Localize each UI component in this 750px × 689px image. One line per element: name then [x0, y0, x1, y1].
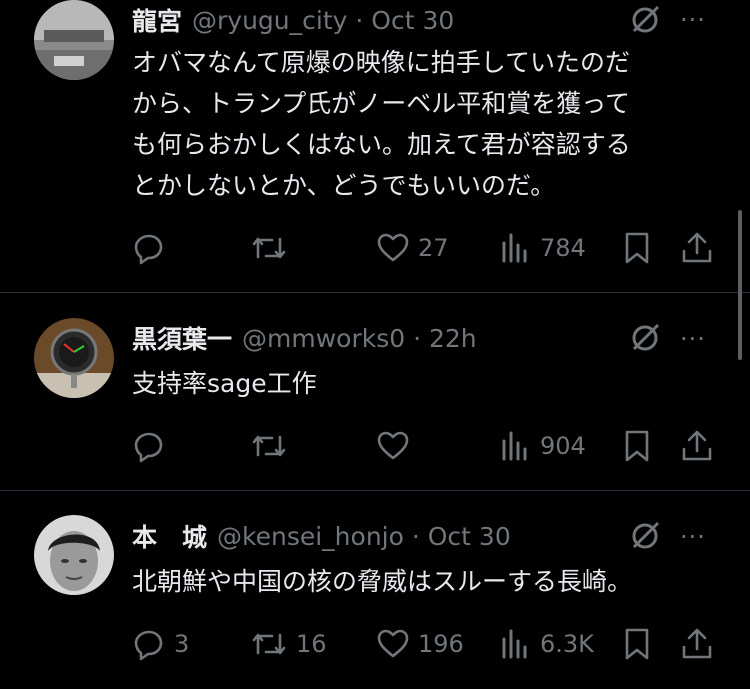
share-icon	[682, 430, 712, 461]
more-icon[interactable]: ···	[680, 8, 706, 32]
repost-icon	[252, 633, 286, 655]
avatar[interactable]	[34, 515, 114, 595]
like-button[interactable]	[376, 429, 418, 463]
display-name[interactable]: 黒須葉一	[132, 320, 232, 356]
views-count: 904	[540, 432, 586, 460]
like-icon	[377, 431, 409, 460]
like-icon	[377, 629, 409, 658]
more-icon[interactable]: ···	[680, 525, 706, 549]
like-button[interactable]: 196	[376, 627, 464, 661]
like-count: 196	[418, 630, 464, 658]
repost-icon	[252, 435, 286, 457]
reply-icon	[134, 234, 163, 265]
share-button[interactable]	[680, 627, 714, 661]
action-bar: 904	[0, 427, 750, 467]
bookmark-icon	[625, 628, 649, 660]
reply-button[interactable]	[132, 429, 174, 463]
views-count: 6.3K	[540, 630, 594, 658]
tweet-header: 黒須葉一 @mmworks0 · 22h	[132, 320, 477, 356]
tweet-card[interactable]: 本 城 @kensei_honjo · Oct 30 ··· 北朝鮮や中国の核の…	[0, 491, 750, 689]
action-bar: 27 784	[0, 229, 750, 269]
tweet-text: 支持率sage工作	[132, 363, 722, 404]
reply-button[interactable]	[132, 231, 174, 265]
tweet-text-line: オバマなんて原爆の映像に拍手していたのだ	[132, 48, 631, 77]
grok-icon[interactable]	[628, 3, 662, 37]
tweet-header: 龍宮 @ryugu_city · Oct 30	[132, 2, 454, 38]
repost-button[interactable]: 16	[250, 627, 327, 661]
views-count: 784	[540, 234, 586, 262]
share-button[interactable]	[680, 429, 714, 463]
repost-button[interactable]	[250, 231, 296, 265]
reply-count: 3	[174, 630, 190, 658]
tweet-text-line: 北朝鮮や中国の核の脅威はスルーする長崎。	[132, 567, 633, 596]
share-button[interactable]	[680, 231, 714, 265]
avatar[interactable]	[34, 0, 114, 80]
action-bar: 3 16 196 6.3K	[0, 625, 750, 665]
views-button[interactable]: 6.3K	[500, 627, 594, 661]
tweet-text-line: とかしないとか、どうでもいいのだ。	[132, 171, 556, 200]
reply-icon	[134, 630, 163, 661]
tweet-text-line: から、トランプ氏がノーベル平和賞を獲って	[132, 89, 631, 118]
bookmark-button[interactable]	[622, 627, 652, 661]
reply-button[interactable]: 3	[132, 627, 189, 661]
reply-icon	[134, 432, 163, 463]
grok-icon[interactable]	[628, 519, 662, 553]
tweet-text-line: 支持率sage工作	[132, 369, 317, 398]
share-icon	[682, 232, 712, 263]
tweet-text-line: も何らおかしくはない。加えて君が容認する	[132, 130, 631, 159]
like-count: 27	[418, 234, 449, 262]
display-name[interactable]: 本 城	[132, 518, 207, 554]
repost-button[interactable]	[250, 429, 296, 463]
views-icon	[502, 233, 527, 263]
grok-icon[interactable]	[628, 321, 662, 355]
views-icon	[502, 629, 527, 659]
views-button[interactable]: 784	[500, 231, 586, 265]
tweet-text: 北朝鮮や中国の核の脅威はスルーする長崎。	[132, 561, 722, 602]
share-icon	[682, 628, 712, 659]
scrollbar[interactable]	[738, 210, 742, 360]
tweet-text: オバマなんて原爆の映像に拍手していたのだ から、トランプ氏がノーベル平和賞を獲っ…	[132, 42, 722, 206]
bookmark-icon	[625, 430, 649, 462]
handle-and-time[interactable]: @kensei_honjo · Oct 30	[217, 522, 511, 551]
repost-icon	[252, 237, 286, 259]
views-button[interactable]: 904	[500, 429, 586, 463]
views-icon	[502, 431, 527, 461]
bookmark-icon	[625, 232, 649, 264]
like-button[interactable]: 27	[376, 231, 449, 265]
bookmark-button[interactable]	[622, 429, 652, 463]
tweet-header: 本 城 @kensei_honjo · Oct 30	[132, 518, 511, 554]
handle-and-time[interactable]: @ryugu_city · Oct 30	[192, 6, 454, 35]
bookmark-button[interactable]	[622, 231, 652, 265]
repost-count: 16	[296, 630, 327, 658]
display-name[interactable]: 龍宮	[132, 2, 182, 38]
avatar[interactable]	[34, 318, 114, 398]
handle-and-time[interactable]: @mmworks0 · 22h	[242, 324, 477, 353]
tweet-card[interactable]: 龍宮 @ryugu_city · Oct 30 ··· オバマなんて原爆の映像に…	[0, 0, 750, 292]
like-icon	[377, 233, 409, 262]
tweet-card[interactable]: 黒須葉一 @mmworks0 · 22h ··· 支持率sage工作 904	[0, 293, 750, 490]
more-icon[interactable]: ···	[680, 327, 706, 351]
